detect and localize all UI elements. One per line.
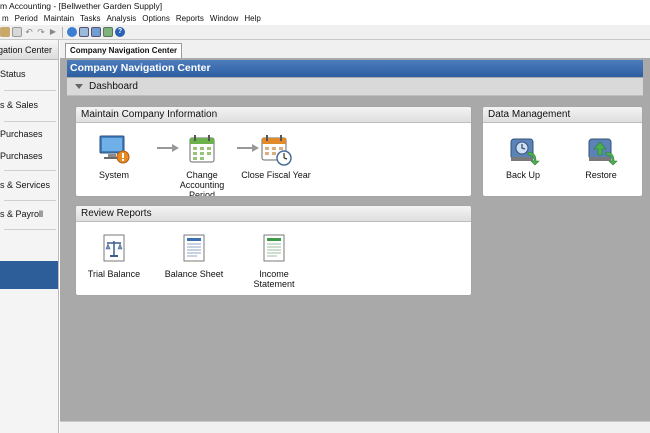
restore-button[interactable]: Restore [573, 133, 629, 180]
trial-balance-label: Trial Balance [87, 269, 141, 279]
table-icon[interactable] [91, 27, 101, 37]
change-accounting-period-label: Change Accounting Period [179, 170, 225, 197]
sidebar-divider [4, 90, 56, 91]
restore-drive-icon [588, 138, 618, 166]
sidebar-divider [4, 170, 56, 171]
sidebar-item-payroll[interactable]: s & Payroll [0, 205, 58, 223]
sidebar-item-purchases-1[interactable]: Purchases [0, 125, 58, 143]
scales-report-icon [103, 234, 125, 262]
calculator-icon[interactable] [79, 27, 89, 37]
menu-item-maintain[interactable]: Maintain [44, 14, 78, 23]
horizontal-scrollbar[interactable] [60, 421, 650, 433]
collapse-triangle-icon [75, 83, 83, 89]
help-icon[interactable]: ? [115, 27, 125, 37]
data-management-panel-title: Data Management [483, 107, 642, 123]
close-fiscal-year-button[interactable]: Close Fiscal Year [236, 133, 316, 180]
data-management-panel: Data Management Back Up Restore [482, 106, 643, 197]
toolbar-separator [62, 26, 63, 38]
menu-item-help[interactable]: Help [244, 14, 264, 23]
tab-strip: Company Navigation Center [60, 40, 650, 58]
review-reports-panel: Review Reports Trial Balance Balance She… [75, 205, 472, 296]
sidebar-header: igation Center [0, 40, 58, 60]
navigation-sidebar: igation Center Status s & Sales Purchase… [0, 40, 59, 433]
system-label: System [98, 170, 129, 180]
page-title: Company Navigation Center [67, 60, 643, 77]
menu-item-window[interactable]: Window [210, 14, 242, 23]
edit-icon[interactable] [103, 27, 113, 37]
report-document-icon [183, 234, 205, 262]
tab-company-navigation-center[interactable]: Company Navigation Center [65, 43, 183, 58]
undo-icon[interactable]: ↶ [24, 27, 34, 37]
sidebar-item-services[interactable]: s & Services [0, 176, 58, 194]
balance-sheet-button[interactable]: Balance Sheet [162, 232, 226, 279]
menu-item-analysis[interactable]: Analysis [107, 14, 141, 23]
back-up-label: Back Up [505, 170, 540, 180]
menu-item-file[interactable]: m [2, 14, 13, 23]
maintain-company-panel-title: Maintain Company Information [76, 107, 471, 123]
balance-sheet-label: Balance Sheet [164, 269, 224, 279]
change-accounting-period-button[interactable]: Change Accounting Period [166, 133, 238, 197]
trial-balance-button[interactable]: Trial Balance [84, 232, 144, 279]
system-button[interactable]: System [84, 133, 144, 180]
income-statement-label: Income Statement [253, 269, 295, 289]
grid-icon[interactable] [0, 27, 10, 37]
menu-item-options[interactable]: Options [142, 14, 174, 23]
window-title: m Accounting - [Bellwether Garden Supply… [0, 0, 650, 12]
sidebar-divider [4, 121, 56, 122]
sidebar-divider [4, 200, 56, 201]
restore-label: Restore [585, 170, 617, 180]
dashboard-label: Dashboard [89, 81, 138, 92]
maintain-company-panel: Maintain Company Information System Chan… [75, 106, 472, 197]
sidebar-item-status[interactable]: Status [0, 65, 58, 83]
sidebar-item-sales[interactable]: s & Sales [0, 96, 58, 114]
menu-item-tasks[interactable]: Tasks [80, 14, 104, 23]
dashboard-toggle[interactable]: Dashboard [67, 78, 643, 96]
sidebar-item-purchases-2[interactable]: Purchases [0, 147, 58, 165]
income-statement-button[interactable]: Income Statement [242, 232, 306, 289]
close-fiscal-year-label: Close Fiscal Year [241, 170, 311, 180]
menu-item-period[interactable]: Period [15, 14, 42, 23]
globe-icon[interactable] [67, 27, 77, 37]
calendar-clock-icon [261, 135, 292, 166]
paste-icon[interactable] [12, 27, 22, 37]
calendar-icon [189, 135, 215, 163]
back-up-button[interactable]: Back Up [495, 133, 551, 180]
report-document-icon [263, 234, 285, 262]
computer-icon [99, 135, 130, 164]
menu-item-reports[interactable]: Reports [176, 14, 208, 23]
play-icon[interactable]: ▶ [48, 27, 58, 37]
sidebar-item-company-selected[interactable] [0, 261, 58, 289]
redo-icon[interactable]: ↷ [36, 27, 46, 37]
menu-bar: m Period Maintain Tasks Analysis Options… [0, 12, 650, 25]
toolbar: ↶ ↷ ▶ ? [0, 25, 650, 40]
sidebar-divider [4, 229, 56, 230]
workspace: Company Navigation Center Company Naviga… [60, 40, 650, 421]
review-reports-panel-title: Review Reports [76, 206, 471, 222]
backup-drive-icon [510, 138, 540, 166]
